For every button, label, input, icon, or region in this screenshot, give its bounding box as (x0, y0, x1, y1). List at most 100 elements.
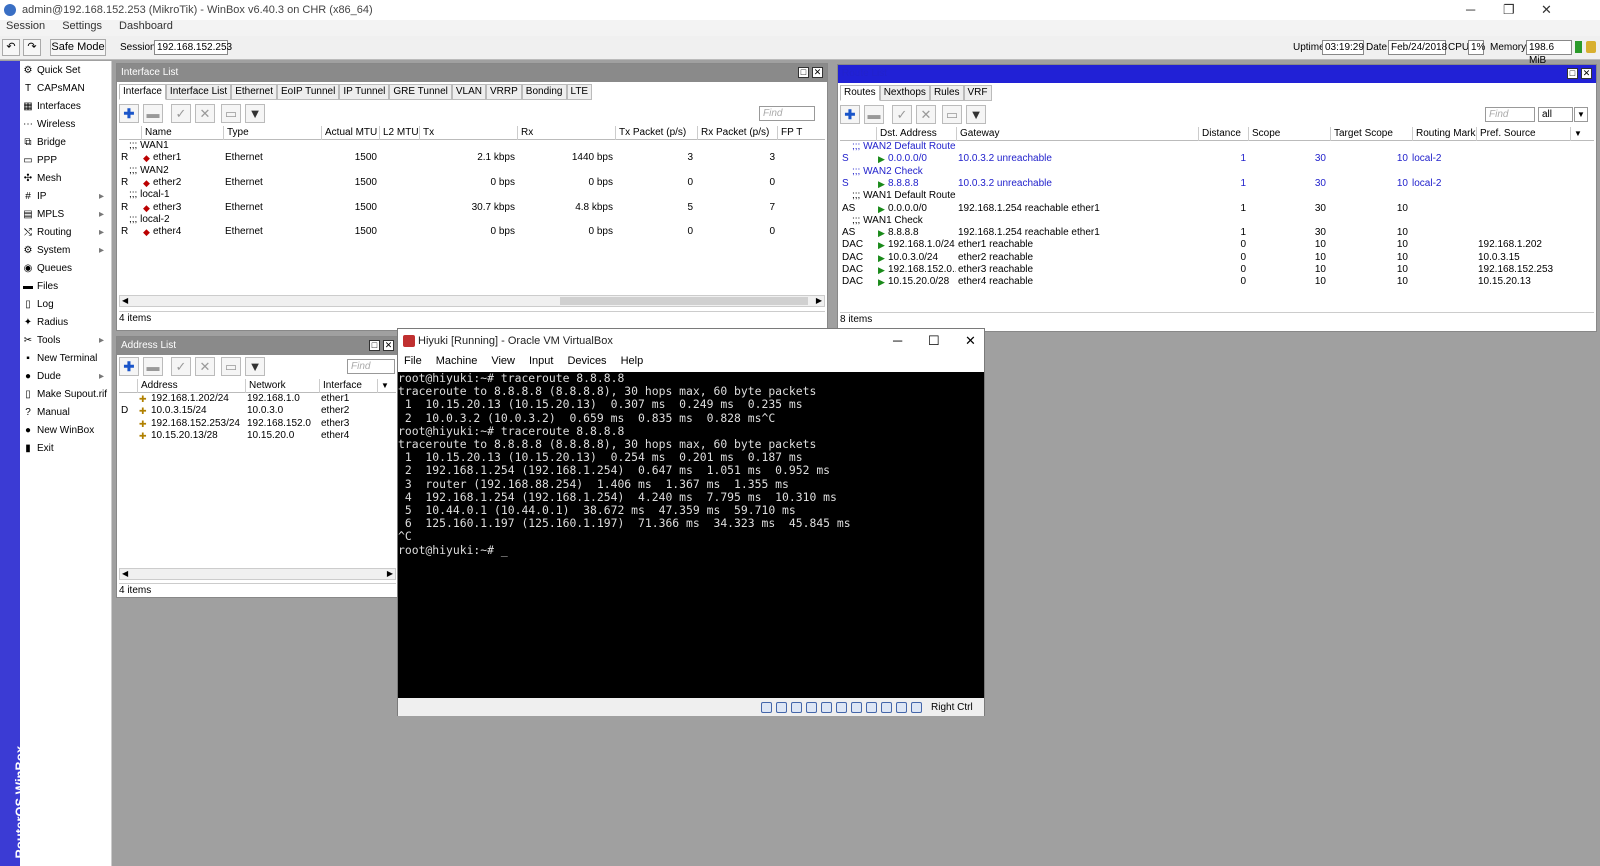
enable-button[interactable]: ✓ (171, 104, 191, 123)
vbox-menu-view[interactable]: View (491, 355, 515, 367)
vbox-menu-file[interactable]: File (404, 355, 422, 367)
close-button[interactable]: ✕ (1541, 2, 1552, 18)
column-header-dst-address[interactable]: Dst. Address (876, 127, 956, 141)
column-header-pref-source[interactable]: Pref. Source (1476, 127, 1570, 141)
vbox-close-button[interactable]: ✕ (965, 333, 976, 349)
keyboard-icon[interactable] (911, 702, 922, 713)
undo-button[interactable]: ↶ (2, 39, 20, 56)
route-list-close-button[interactable]: ✕ (1581, 68, 1592, 79)
interface-hscroll[interactable]: ◀ ▶ (119, 295, 825, 307)
column-header-distance[interactable]: Distance (1198, 127, 1248, 141)
scroll-left-icon[interactable]: ◀ (122, 296, 128, 305)
scroll-thumb[interactable] (560, 297, 808, 305)
disable-route-button[interactable]: ✕ (916, 105, 936, 124)
vbox-menu-devices[interactable]: Devices (567, 355, 606, 367)
column-header-name[interactable]: Name (141, 126, 223, 140)
vbox-menu-input[interactable]: Input (529, 355, 553, 367)
table-row[interactable]: ▶ DAC 192.168.152.0... ether3 reachable 0 10 1… (840, 264, 1592, 276)
group-row[interactable]: ;;; WAN2 Default Route (840, 141, 1592, 153)
table-row[interactable]: Rether2 Ethernet 1500 0 bps 0 bps 0 0 ◆ (119, 177, 823, 189)
column-header-address[interactable]: Address (137, 379, 245, 393)
column-header-type[interactable]: Type (223, 126, 321, 140)
address-scroll-left-icon[interactable]: ◀ (122, 569, 128, 578)
redo-button[interactable]: ↷ (23, 39, 41, 56)
sidebar-item-exit[interactable]: ▮ Exit (20, 440, 110, 458)
menu-dashboard[interactable]: Dashboard (119, 20, 173, 32)
tab-ip-tunnel[interactable]: IP Tunnel (339, 84, 390, 100)
group-row[interactable]: ;;; WAN1 Default Route (840, 190, 1592, 202)
optical-icon[interactable] (776, 702, 787, 713)
recording-icon[interactable] (866, 702, 877, 713)
column-menu-icon[interactable]: ▼ (1570, 127, 1592, 141)
sidebar-item-quick-set[interactable]: ⚙ Quick Set (20, 62, 110, 80)
tab-eoip-tunnel[interactable]: EoIP Tunnel (277, 84, 340, 100)
table-row[interactable]: Rether4 Ethernet 1500 0 bps 0 bps 0 0 ◆ (119, 226, 823, 238)
sidebar-item-log[interactable]: ▯ Log (20, 296, 110, 314)
group-row[interactable]: ;;; WAN1 Check (840, 215, 1592, 227)
table-row[interactable]: ✚ 192.168.152.253/24 192.168.152.0 ether3 (119, 418, 395, 430)
address-list-close-button[interactable]: ✕ (383, 340, 394, 351)
table-row[interactable]: Rether1 Ethernet 1500 2.1 kbps 1440 bps 3 3 ◆ (119, 152, 823, 164)
column-header-actual-mtu[interactable]: Actual MTU (321, 126, 379, 140)
column-header-scope[interactable]: Scope (1248, 127, 1330, 141)
sidebar-item-capsman[interactable]: T CAPsMAN (20, 80, 110, 98)
sidebar-item-files[interactable]: ▬ Files (20, 278, 110, 296)
route-list-maximize-button[interactable]: □ (1567, 68, 1578, 79)
sidebar-item-dude[interactable]: ● Dude ▸ (20, 368, 110, 386)
column-header-network[interactable]: Network (245, 379, 319, 393)
vbox-menu-machine[interactable]: Machine (436, 355, 478, 367)
sidebar-item-make-supout-rif[interactable]: ▯ Make Supout.rif (20, 386, 110, 404)
menu-settings[interactable]: Settings (62, 20, 102, 32)
tab-rules[interactable]: Rules (929, 85, 964, 101)
tab-vlan[interactable]: VLAN (451, 84, 486, 100)
tab-vrrp[interactable]: VRRP (486, 84, 522, 100)
column-header-rx[interactable]: Rx (517, 126, 615, 140)
menu-session[interactable]: Session (6, 20, 45, 32)
enable-address-button[interactable]: ✓ (171, 357, 191, 376)
sidebar-item-new-terminal[interactable]: ▪ New Terminal (20, 350, 110, 368)
tab-lte[interactable]: LTE (566, 84, 593, 100)
table-row[interactable]: ▶ AS 0.0.0.0/0 192.168.1.254 reachable ethe… (840, 203, 1592, 215)
filter-address-button[interactable]: ▼ (245, 357, 265, 376)
tab-vrf[interactable]: VRF (963, 85, 992, 101)
usb-icon[interactable] (821, 702, 832, 713)
column-header-fp-t[interactable]: FP T (777, 126, 811, 140)
minimize-button[interactable]: ─ (1466, 2, 1475, 17)
comment-address-button[interactable]: ▭ (221, 357, 241, 376)
tab-routes[interactable]: Routes (840, 85, 880, 101)
audio-icon[interactable] (791, 702, 802, 713)
network-icon[interactable] (806, 702, 817, 713)
route-filter-select[interactable]: all (1538, 107, 1573, 122)
table-row[interactable]: ▶ S 0.0.0.0/0 10.0.3.2 unreachable 1 30 10 loca… (840, 153, 1592, 165)
interface-find-input[interactable]: Find (759, 106, 815, 121)
remove-address-button[interactable]: ▬ (143, 357, 163, 376)
group-row[interactable]: ;;; WAN2 Check (840, 166, 1592, 178)
table-row[interactable]: Rether3 Ethernet 1500 30.7 kbps 4.8 kbps 5 7 ◆ (119, 202, 823, 214)
vbox-minimize-button[interactable]: ─ (893, 333, 902, 348)
column-header-routing-mark[interactable]: Routing Mark (1412, 127, 1476, 141)
tab-bonding[interactable]: Bonding (521, 84, 567, 100)
sidebar-item-mpls[interactable]: ▤ MPLS ▸ (20, 206, 110, 224)
terminal-screen[interactable]: root@hiyuki:~# traceroute 8.8.8.8 tracero… (398, 372, 984, 698)
address-find-input[interactable]: Find (347, 359, 395, 374)
comment-button[interactable]: ▭ (221, 104, 241, 123)
table-row[interactable]: ▶ DAC 192.168.1.0/24 ether1 reachable 0 10 10 1… (840, 239, 1592, 251)
shared-folder-icon[interactable] (836, 702, 847, 713)
table-row[interactable]: ▶ AS 8.8.8.8 192.168.1.254 reachable ether1… (840, 227, 1592, 239)
interface-list-close-button[interactable]: ✕ (812, 67, 823, 78)
vbox-menu-help[interactable]: Help (621, 355, 644, 367)
disable-address-button[interactable]: ✕ (195, 357, 215, 376)
table-row[interactable]: ✚ D 10.0.3.15/24 10.0.3.0 ether2 (119, 405, 395, 417)
sidebar-item-tools[interactable]: ✂ Tools ▸ (20, 332, 110, 350)
column-header-l2-mtu[interactable]: L2 MTU (379, 126, 419, 140)
group-row[interactable]: ;;; local-1 (119, 189, 823, 201)
maximize-button[interactable]: ❐ (1503, 2, 1515, 18)
table-row[interactable]: ▶ DAC 10.15.20.0/28 ether4 reachable 0 10 10 10… (840, 276, 1592, 288)
sidebar-item-routing[interactable]: ⤭ Routing ▸ (20, 224, 110, 242)
address-scroll-right-icon[interactable]: ▶ (387, 569, 393, 578)
hdd-icon[interactable] (761, 702, 772, 713)
disable-button[interactable]: ✕ (195, 104, 215, 123)
add-address-button[interactable]: ✚ (119, 357, 139, 376)
enable-route-button[interactable]: ✓ (892, 105, 912, 124)
tab-gre-tunnel[interactable]: GRE Tunnel (389, 84, 452, 100)
